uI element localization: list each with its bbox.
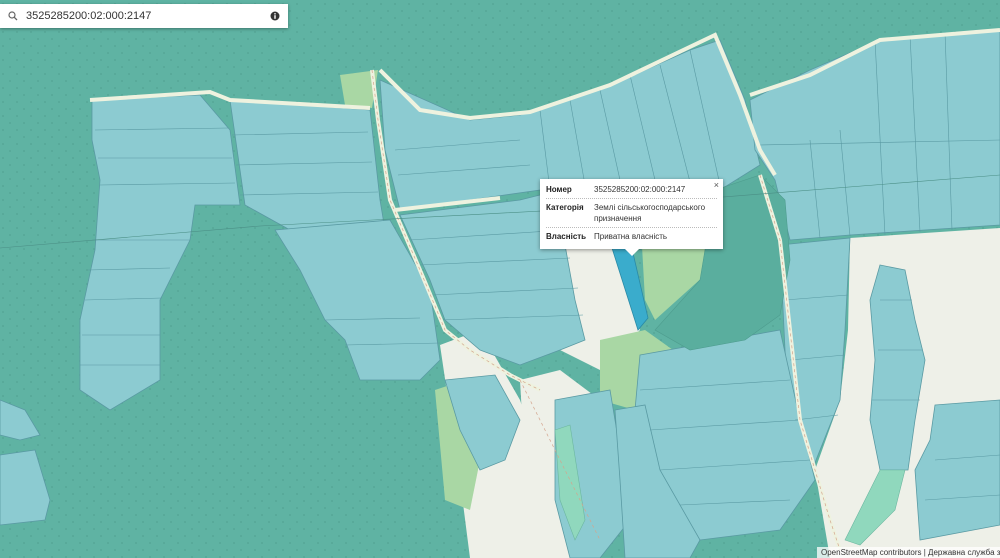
popup-key: Категорія: [546, 203, 584, 212]
popup-key: Номер: [546, 185, 572, 194]
map-canvas[interactable]: [0, 0, 1000, 558]
popup-value: Землі сільськогосподарського призначення: [594, 203, 706, 223]
search-icon: [0, 11, 26, 21]
popup-value: 3525285200:02:000:2147: [594, 185, 686, 194]
parcel-info-popup: × Номер 3525285200:02:000:2147 Категорія…: [540, 179, 723, 256]
popup-row-ownership: Власність Приватна власність: [546, 228, 717, 245]
map-attribution[interactable]: OpenStreetMap contributors | Державна сл…: [817, 547, 1000, 558]
close-icon[interactable]: ×: [714, 180, 719, 190]
popup-row-category: Категорія Землі сільськогосподарського п…: [546, 199, 717, 228]
info-icon[interactable]: [262, 4, 288, 28]
popup-key: Власність: [546, 232, 587, 241]
popup-row-number: Номер 3525285200:02:000:2147: [546, 181, 717, 199]
search-input[interactable]: [26, 6, 262, 26]
search-box: [0, 4, 288, 28]
popup-value: Приватна власність: [594, 232, 668, 241]
